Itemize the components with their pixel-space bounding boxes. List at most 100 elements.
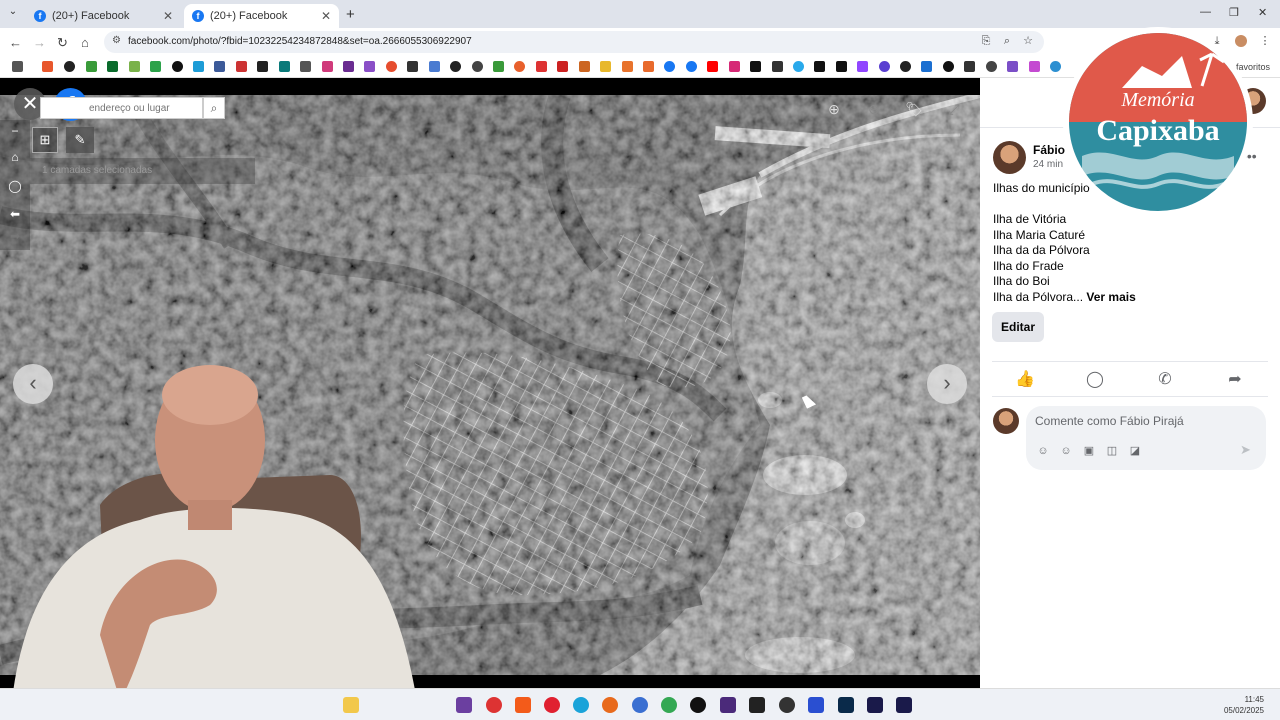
bookmark-icon[interactable]: [172, 61, 183, 72]
youtube-bookmark-icon[interactable]: [707, 61, 718, 72]
bookmark-icon[interactable]: [1029, 61, 1040, 72]
bookmark-icon[interactable]: [1007, 61, 1018, 72]
taskbar-app-icon[interactable]: [808, 697, 824, 713]
emoji-icon[interactable]: ☺: [1059, 444, 1073, 458]
tab-close-icon[interactable]: ✕: [321, 9, 331, 23]
x-bookmark-icon[interactable]: [836, 61, 847, 72]
gif-icon[interactable]: ◫: [1105, 444, 1119, 458]
taskbar-app-icon[interactable]: [632, 697, 648, 713]
taskbar-app-icon[interactable]: [456, 697, 472, 713]
edge-icon[interactable]: [573, 697, 589, 713]
pencil-icon[interactable]: ✎: [66, 127, 94, 153]
taskbar-app-icon[interactable]: [720, 697, 736, 713]
edit-post-button[interactable]: Editar: [992, 312, 1044, 342]
bookmark-icon[interactable]: [643, 61, 654, 72]
browser-tab[interactable]: f (20+) Facebook ✕: [26, 4, 181, 28]
install-app-icon[interactable]: ⎘: [980, 35, 992, 47]
bookmark-icon[interactable]: [879, 61, 890, 72]
browser-tab-active[interactable]: f (20+) Facebook ✕: [184, 4, 339, 28]
new-tab-icon[interactable]: +: [346, 6, 355, 23]
opera-icon[interactable]: [544, 697, 560, 713]
file-explorer-icon[interactable]: [343, 697, 359, 713]
photoshop-icon[interactable]: [838, 697, 854, 713]
taskbar-app-icon[interactable]: [690, 697, 706, 713]
camera-icon[interactable]: ▣: [1082, 444, 1096, 458]
comment-input[interactable]: Comente como Fábio Pirajá ☺ ☺ ▣ ◫ ◪ ➤: [1026, 406, 1266, 470]
tiktok-bookmark-icon[interactable]: [814, 61, 825, 72]
bookmark-icon[interactable]: [536, 61, 547, 72]
whatsapp-icon[interactable]: ✆: [1154, 369, 1176, 391]
bookmark-icon[interactable]: [450, 61, 461, 72]
back-map-icon[interactable]: ⬅: [6, 205, 24, 223]
apps-icon[interactable]: [12, 61, 23, 72]
comment-icon[interactable]: ◯: [1084, 369, 1106, 391]
bookmark-icon[interactable]: [257, 61, 268, 72]
bookmark-icon[interactable]: [557, 61, 568, 72]
restore-icon[interactable]: ❐: [1229, 6, 1239, 19]
reload-icon[interactable]: ↻: [57, 35, 68, 51]
bookmark-icon[interactable]: [214, 61, 225, 72]
vivaldi-icon[interactable]: [486, 697, 502, 713]
bookmark-icon[interactable]: [107, 61, 118, 72]
bookmark-icon[interactable]: [986, 61, 997, 72]
bookmark-icon[interactable]: [86, 61, 97, 72]
bookmark-star-icon[interactable]: ☆: [1022, 35, 1034, 47]
bookmark-icon[interactable]: [236, 61, 247, 72]
bookmark-icon[interactable]: [322, 61, 333, 72]
brave-icon[interactable]: [515, 697, 531, 713]
bookmark-icon[interactable]: [129, 61, 140, 72]
chrome-icon[interactable]: [661, 697, 677, 713]
tab-search-icon[interactable]: ⌄: [5, 6, 21, 22]
taskbar-app-icon[interactable]: [749, 697, 765, 713]
share-icon[interactable]: ➦: [1224, 369, 1246, 391]
bookmark-icon[interactable]: [343, 61, 354, 72]
author-name[interactable]: Fábio: [1033, 143, 1065, 157]
search-icon[interactable]: ⌕: [203, 97, 225, 119]
bookmark-icon[interactable]: [150, 61, 161, 72]
send-icon[interactable]: ➤: [1240, 442, 1251, 458]
bookmark-icon[interactable]: [300, 61, 311, 72]
bookmark-icon[interactable]: [943, 61, 954, 72]
tab-close-icon[interactable]: ✕: [163, 9, 173, 23]
bookmark-icon[interactable]: [364, 61, 375, 72]
layers-icon[interactable]: ⊞: [32, 127, 58, 153]
bookmark-icon[interactable]: [1050, 61, 1061, 72]
like-icon[interactable]: 👍: [1014, 369, 1036, 391]
next-photo-icon[interactable]: ›: [927, 364, 967, 404]
locate-map-icon[interactable]: ◯: [6, 177, 24, 195]
bookmark-icon[interactable]: [493, 61, 504, 72]
back-icon[interactable]: ←: [9, 35, 22, 50]
map-search-field[interactable]: [40, 97, 203, 119]
minimize-icon[interactable]: —: [1200, 6, 1211, 18]
avatar-sticker-icon[interactable]: ☺: [1036, 444, 1050, 458]
bookmark-icon[interactable]: [386, 61, 397, 72]
bookmark-icon[interactable]: [772, 61, 783, 72]
facebook-bookmark-icon[interactable]: [686, 61, 697, 72]
previous-photo-icon[interactable]: ‹: [13, 364, 53, 404]
zoom-icon[interactable]: ⌕: [1001, 35, 1013, 47]
bookmark-icon[interactable]: [64, 61, 75, 72]
sticker-icon[interactable]: ◪: [1128, 444, 1142, 458]
tag-icon[interactable]: 🏷: [903, 98, 925, 120]
bookmark-icon[interactable]: [429, 61, 440, 72]
zoom-out-map-icon[interactable]: −: [6, 122, 24, 140]
bookmark-icon[interactable]: [579, 61, 590, 72]
bookmark-icon[interactable]: [42, 61, 53, 72]
map-search-input[interactable]: [41, 98, 202, 118]
author-avatar[interactable]: [993, 141, 1026, 174]
telegram-bookmark-icon[interactable]: [793, 61, 804, 72]
bookmark-icon[interactable]: [472, 61, 483, 72]
bookmark-icon[interactable]: [964, 61, 975, 72]
facebook-bookmark-icon[interactable]: [664, 61, 675, 72]
audition-icon[interactable]: [867, 697, 883, 713]
x-bookmark-icon[interactable]: [750, 61, 761, 72]
bookmark-icon[interactable]: [921, 61, 932, 72]
bookmark-icon[interactable]: [279, 61, 290, 72]
bookmark-icon[interactable]: [900, 61, 911, 72]
window-close-icon[interactable]: ✕: [1258, 6, 1267, 19]
forward-map-icon[interactable]: ➡: [6, 227, 24, 245]
see-more-link[interactable]: Ver mais: [1086, 290, 1135, 304]
zoom-out-icon[interactable]: ⊖: [863, 98, 885, 120]
site-info-icon[interactable]: ⚙: [112, 35, 121, 46]
firefox-icon[interactable]: [602, 697, 618, 713]
